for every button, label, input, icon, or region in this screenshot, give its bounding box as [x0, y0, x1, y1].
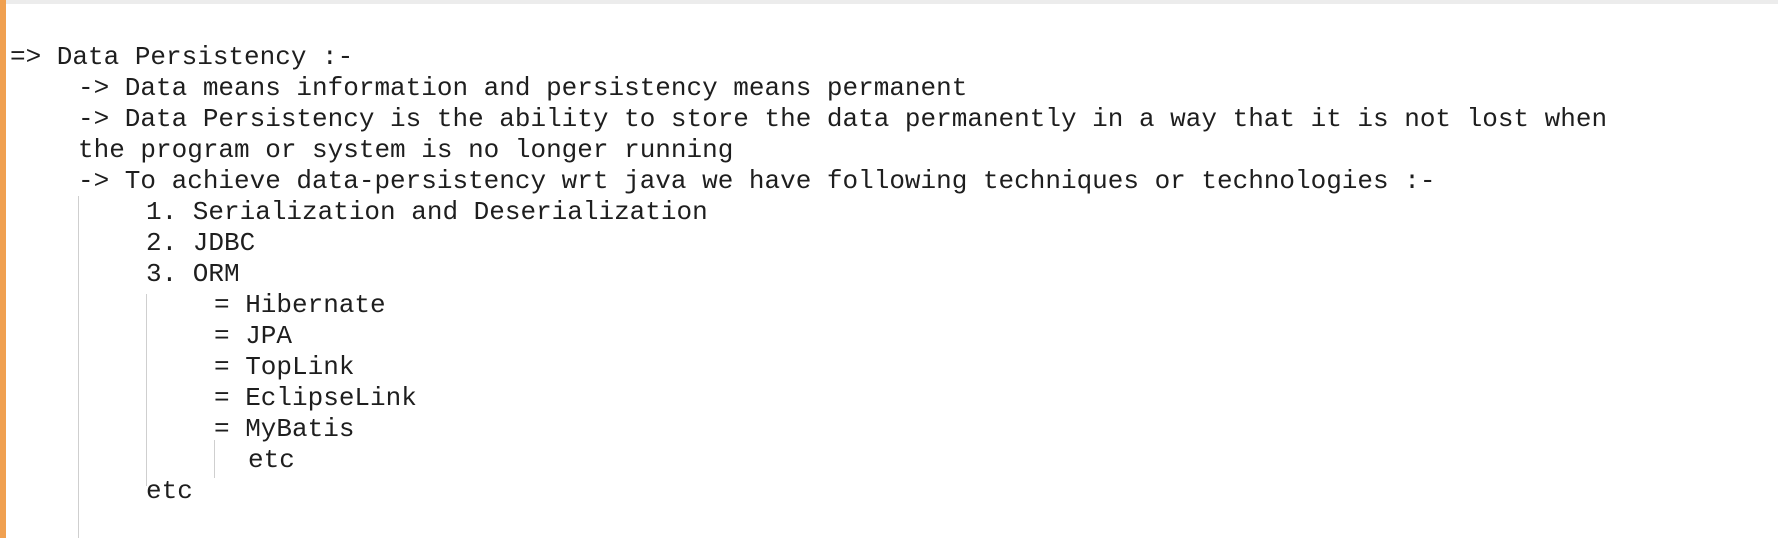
line-techniques-intro[interactable]: -> To achieve data-persistency wrt java …: [78, 166, 1435, 197]
indent-guide: [146, 294, 147, 486]
line-heading[interactable]: => Data Persistency :-: [10, 42, 353, 73]
list-item-etc[interactable]: etc: [146, 476, 193, 507]
orm-item-etc[interactable]: etc: [248, 445, 295, 476]
orm-item-eclipselink[interactable]: = EclipseLink: [214, 383, 417, 414]
line-description-wrap[interactable]: the program or system is no longer runni…: [78, 135, 733, 166]
list-item-orm[interactable]: 3. ORM: [146, 259, 240, 290]
indent-guide: [78, 196, 79, 538]
line-definition[interactable]: -> Data means information and persistenc…: [78, 73, 967, 104]
editor-left-border: [0, 0, 6, 538]
line-description[interactable]: -> Data Persistency is the ability to st…: [78, 104, 1607, 135]
orm-item-toplink[interactable]: = TopLink: [214, 352, 354, 383]
list-item-serialization[interactable]: 1. Serialization and Deserialization: [146, 197, 708, 228]
text-editor[interactable]: => Data Persistency :- -> Data means inf…: [0, 0, 1778, 538]
orm-item-jpa[interactable]: = JPA: [214, 321, 292, 352]
orm-item-mybatis[interactable]: = MyBatis: [214, 414, 354, 445]
editor-top-border: [6, 0, 1778, 4]
orm-item-hibernate[interactable]: = Hibernate: [214, 290, 386, 321]
indent-guide: [214, 440, 215, 478]
list-item-jdbc[interactable]: 2. JDBC: [146, 228, 255, 259]
